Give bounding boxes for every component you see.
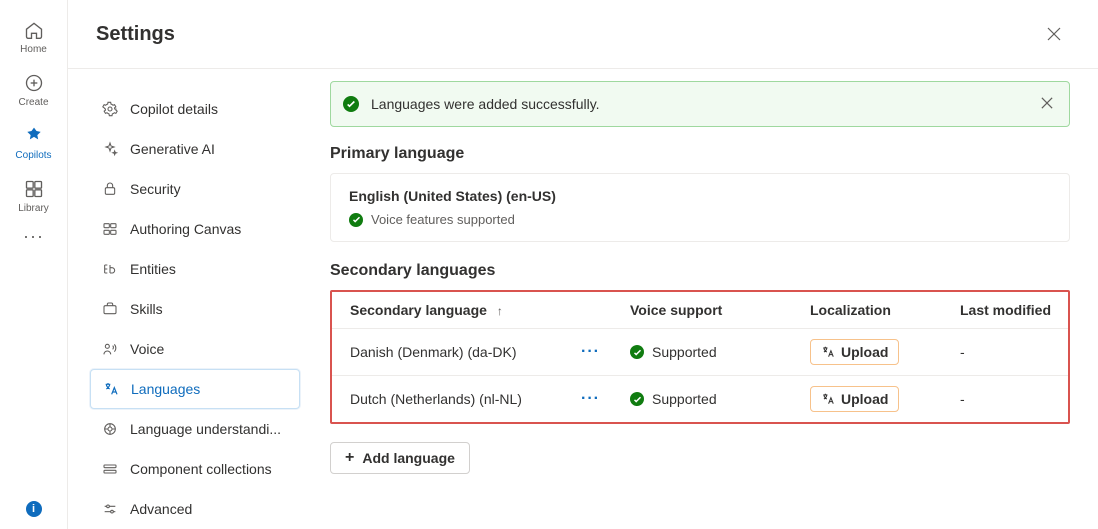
column-header-name[interactable]: Secondary language ↑: [350, 302, 630, 318]
close-icon: [1047, 27, 1061, 41]
sidebar-item-language-understanding[interactable]: Language understandi...: [90, 409, 300, 449]
secondary-languages-table: Secondary language ↑ Voice support Local…: [330, 290, 1070, 424]
table-row[interactable]: Danish (Denmark) (da-DK) ··· Supported U…: [332, 329, 1068, 376]
sparkle-icon: [102, 141, 118, 157]
gear-icon: [102, 101, 118, 117]
column-header-modified[interactable]: Last modified: [960, 302, 1080, 318]
rail-create[interactable]: Create: [2, 63, 66, 116]
secondary-languages-heading: Secondary languages: [330, 262, 1070, 280]
voice-supported-row: Voice features supported: [349, 212, 1051, 227]
sidebar-item-authoring-canvas[interactable]: Authoring Canvas: [90, 209, 300, 249]
banner-close-button[interactable]: [1037, 92, 1057, 116]
languages-icon: [103, 381, 119, 397]
collections-icon: [102, 461, 118, 477]
home-icon: [24, 20, 44, 40]
sidebar-item-entities[interactable]: Entities: [90, 249, 300, 289]
app-rail: Home Create Copilots Library ··· i: [0, 0, 68, 529]
row-more-button[interactable]: ···: [575, 341, 606, 363]
body: Copilot details Generative AI Security A…: [68, 69, 1098, 529]
last-modified-text: -: [960, 344, 1080, 360]
page-title: Settings: [96, 23, 175, 46]
language-name: Dutch (Netherlands) (nl-NL): [350, 391, 522, 407]
banner-text: Languages were added successfully.: [371, 96, 1037, 112]
check-circle-icon: [630, 392, 644, 406]
sidebar-item-advanced[interactable]: Advanced: [90, 489, 300, 529]
sidebar-item-languages[interactable]: Languages: [90, 369, 300, 409]
sidebar-item-generative-ai[interactable]: Generative AI: [90, 129, 300, 169]
sidebar-item-voice[interactable]: Voice: [90, 329, 300, 369]
sidebar-item-label: Language understandi...: [130, 421, 281, 437]
plus-circle-icon: [24, 73, 44, 93]
rail-home-label: Home: [20, 44, 47, 55]
rail-home[interactable]: Home: [2, 10, 66, 63]
library-icon: [24, 179, 44, 199]
brain-icon: [102, 421, 118, 437]
rail-copilots[interactable]: Copilots: [2, 116, 66, 169]
primary-language-heading: Primary language: [330, 145, 1070, 163]
upload-button[interactable]: Upload: [810, 386, 899, 412]
rail-library[interactable]: Library: [2, 169, 66, 222]
table-row[interactable]: Dutch (Netherlands) (nl-NL) ··· Supporte…: [332, 376, 1068, 422]
add-language-button[interactable]: + Add language: [330, 442, 470, 474]
main: Settings Copilot details Generative AI S…: [68, 0, 1098, 529]
sidebar-item-label: Skills: [130, 301, 163, 317]
row-more-button[interactable]: ···: [575, 388, 606, 410]
voice-support-text: Supported: [652, 344, 717, 360]
lock-icon: [102, 181, 118, 197]
content: Languages were added successfully. Prima…: [316, 69, 1098, 529]
primary-language-card: English (United States) (en-US) Voice fe…: [330, 173, 1070, 242]
sort-ascending-icon: ↑: [497, 304, 503, 318]
close-icon: [1041, 97, 1053, 109]
rail-more[interactable]: ···: [23, 226, 44, 247]
sidebar-item-security[interactable]: Security: [90, 169, 300, 209]
primary-language-name: English (United States) (en-US): [349, 188, 1051, 204]
sidebar-item-label: Advanced: [130, 501, 192, 517]
sidebar-item-label: Component collections: [130, 461, 272, 477]
upload-button[interactable]: Upload: [810, 339, 899, 365]
canvas-icon: [102, 221, 118, 237]
last-modified-text: -: [960, 391, 1080, 407]
check-circle-icon: [343, 96, 359, 112]
check-circle-icon: [349, 213, 363, 227]
close-button[interactable]: [1038, 18, 1070, 50]
rail-create-label: Create: [18, 97, 48, 108]
column-header-name-label: Secondary language: [350, 302, 487, 318]
sidebar-item-label: Entities: [130, 261, 176, 277]
column-header-localization[interactable]: Localization: [810, 302, 960, 318]
upload-label: Upload: [841, 391, 888, 407]
copilot-icon: [24, 126, 44, 146]
sidebar-item-label: Voice: [130, 341, 164, 357]
sidebar-item-skills[interactable]: Skills: [90, 289, 300, 329]
sidebar-item-label: Languages: [131, 381, 200, 397]
rail-copilots-label: Copilots: [15, 150, 51, 161]
column-header-voice[interactable]: Voice support: [630, 302, 810, 318]
briefcase-icon: [102, 301, 118, 317]
translate-icon: [821, 345, 835, 359]
upload-label: Upload: [841, 344, 888, 360]
success-banner: Languages were added successfully.: [330, 81, 1070, 127]
settings-sidebar: Copilot details Generative AI Security A…: [68, 69, 316, 529]
rail-info[interactable]: i: [26, 501, 42, 517]
sidebar-item-label: Security: [130, 181, 181, 197]
add-language-label: Add language: [362, 450, 455, 466]
sidebar-item-component-collections[interactable]: Component collections: [90, 449, 300, 489]
language-name: Danish (Denmark) (da-DK): [350, 344, 516, 360]
header: Settings: [68, 0, 1098, 69]
sidebar-item-label: Generative AI: [130, 141, 215, 157]
translate-icon: [821, 392, 835, 406]
voice-icon: [102, 341, 118, 357]
rail-library-label: Library: [18, 203, 49, 214]
voice-supported-text: Voice features supported: [371, 212, 515, 227]
plus-icon: +: [345, 450, 354, 466]
check-circle-icon: [630, 345, 644, 359]
sidebar-item-label: Authoring Canvas: [130, 221, 241, 237]
sidebar-item-label: Copilot details: [130, 101, 218, 117]
voice-support-text: Supported: [652, 391, 717, 407]
table-header-row: Secondary language ↑ Voice support Local…: [332, 292, 1068, 329]
entities-icon: [102, 261, 118, 277]
sidebar-item-copilot-details[interactable]: Copilot details: [90, 89, 300, 129]
sliders-icon: [102, 501, 118, 517]
